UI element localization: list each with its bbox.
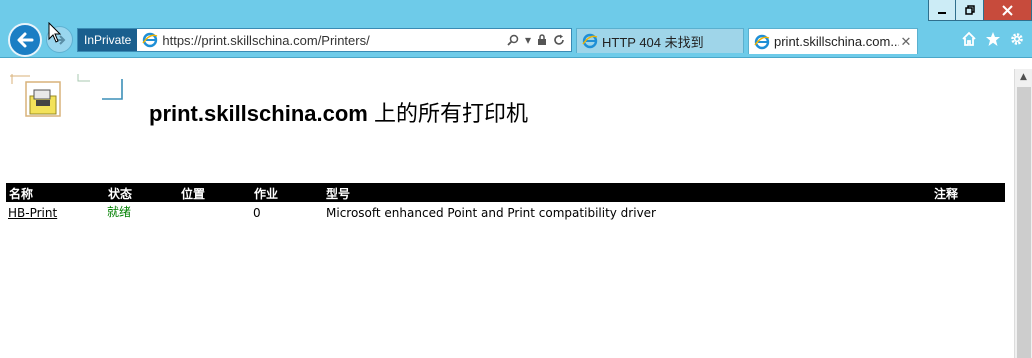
vertical-scrollbar[interactable]: ▲ [1014,69,1032,358]
column-header-location: 位置 [181,187,206,201]
tab-http-404[interactable]: HTTP 404 未找到 [576,28,744,53]
ie-logo-icon [754,34,770,49]
home-button[interactable] [960,30,978,48]
page-content: print.skillschina.com 上的所有打印机 名称 状态 位置 作… [0,59,1014,358]
gear-icon [1011,33,1023,45]
lock-icon[interactable] [537,34,547,46]
favorites-button[interactable] [984,30,1002,48]
ie-logo-icon [142,32,158,48]
column-header-jobs: 作业 [254,187,279,201]
window-controls [928,0,1032,22]
dropdown-arrow-icon[interactable]: ▾ [525,33,531,47]
tab-printers[interactable]: print.skillschina.com... ✕ [748,28,918,54]
column-header-name: 名称 [9,187,34,201]
inprivate-badge: InPrivate [78,29,138,51]
close-window-button[interactable] [984,0,1032,21]
star-icon [986,32,1000,46]
search-icon[interactable] [507,34,519,46]
tab-title: print.skillschina.com... [774,34,899,49]
restore-icon [964,5,975,15]
close-icon [1002,4,1013,16]
ie-logo-icon [582,33,598,49]
browser-toolbar [960,30,1026,48]
scroll-up-icon[interactable]: ▲ [1017,70,1030,84]
printer-name-link[interactable]: HB-Print [8,206,57,220]
page-title-suffix: 上的所有打印机 [367,101,528,126]
column-header-model: 型号 [326,187,351,201]
table-row: HB-Print 就绪 0 Microsoft enhanced Point a… [6,202,1005,224]
page-title: print.skillschina.com 上的所有打印机 [149,96,528,128]
back-button[interactable] [8,23,42,57]
url-text[interactable]: https://print.skillschina.com/Printers/ [162,33,507,48]
column-header-comment: 注释 [934,187,959,201]
minimize-icon [938,12,946,14]
page-title-host: print.skillschina.com [149,101,368,126]
column-header-status: 状态 [108,187,133,201]
printers-table: 名称 状态 位置 作业 型号 注释 HB-Print 就绪 0 Microsof… [6,183,1005,224]
printer-model: Microsoft enhanced Point and Print compa… [326,206,656,220]
browser-chrome: InPrivate https://print.skillschina.com/… [0,0,1032,58]
minimize-button[interactable] [928,0,956,21]
settings-button[interactable] [1008,30,1026,48]
home-icon [962,31,976,46]
scrollbar-thumb[interactable] [1017,87,1031,358]
printer-logo-icon [10,74,123,117]
mouse-cursor-icon [48,22,62,43]
printer-jobs: 0 [253,206,261,220]
restore-button[interactable] [956,0,984,21]
refresh-icon[interactable] [553,34,565,46]
table-header: 名称 状态 位置 作业 型号 注释 [6,183,1005,202]
close-tab-icon[interactable]: ✕ [899,34,913,50]
back-arrow-icon [17,32,34,48]
address-bar[interactable]: InPrivate https://print.skillschina.com/… [77,28,572,52]
tab-title: HTTP 404 未找到 [602,34,704,50]
printer-status: 就绪 [107,205,132,219]
